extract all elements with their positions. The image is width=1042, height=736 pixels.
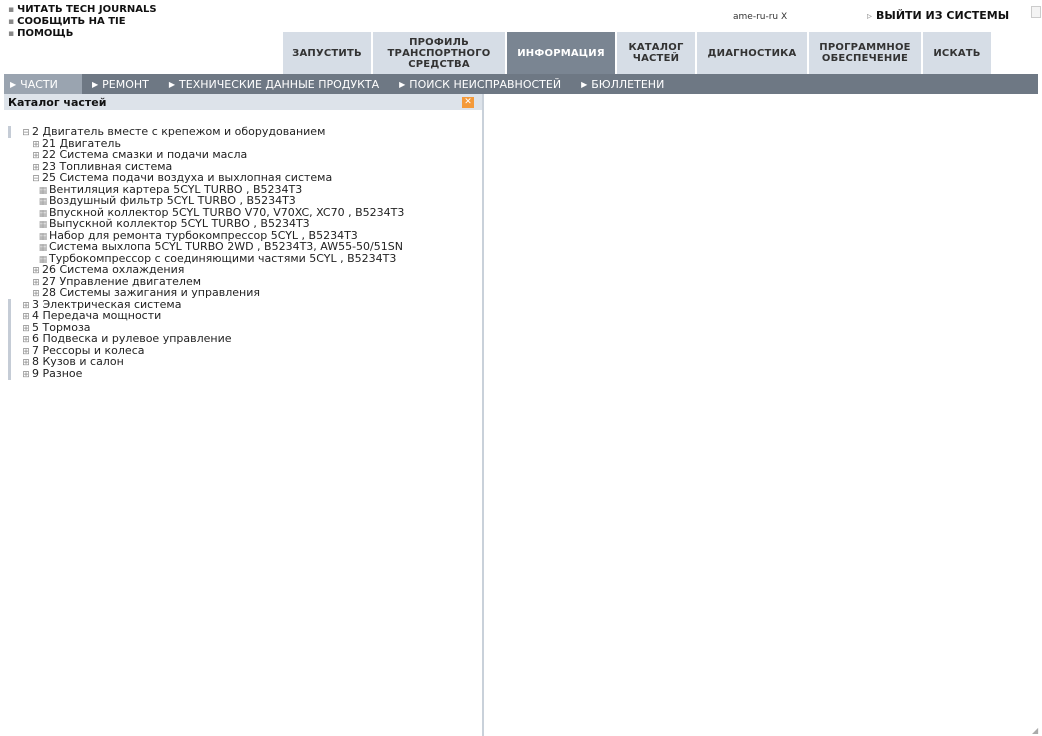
triangle-right-icon: ▶ bbox=[399, 79, 406, 89]
close-icon[interactable]: ✕ bbox=[462, 96, 474, 108]
subnav-troubleshooting[interactable]: ▶ ПОИСК НЕИСПРАВНОСТЕЙ bbox=[389, 74, 571, 94]
arrow-right-icon: ▹ bbox=[867, 11, 873, 22]
panel-header: Каталог частей ✕ bbox=[4, 94, 482, 110]
subnav-bulletins[interactable]: ▶ БЮЛЛЕТЕНИ bbox=[571, 74, 674, 94]
subnav-parts[interactable]: ▶ ЧАСТИ bbox=[4, 74, 82, 94]
panel-title: Каталог частей bbox=[8, 95, 107, 109]
window-icon bbox=[1031, 6, 1041, 18]
tree-node-9[interactable]: ⊞ 9 Разное bbox=[4, 366, 480, 382]
parts-tree: ⊟ 2 Двигатель вместе с крепежом и оборудо… bbox=[4, 126, 480, 382]
subnav-troubleshooting-label: ПОИСК НЕИСПРАВНОСТЕЙ bbox=[409, 77, 562, 91]
tab-software[interactable]: ПРОГРАММНОЕ ОБЕСПЕЧЕНИЕ bbox=[809, 32, 921, 74]
selection-marker bbox=[8, 126, 11, 138]
tab-search[interactable]: ИСКАТЬ bbox=[923, 32, 991, 74]
sub-navigation: ▶ ЧАСТИ ▶ РЕМОНТ ▶ ТЕХНИЧЕСКИЕ ДАННЫЕ ПРОДУ… bbox=[4, 74, 1038, 94]
expand-icon[interactable]: ⊞ bbox=[20, 370, 32, 382]
selection-marker bbox=[8, 367, 11, 380]
subnav-repair[interactable]: ▶ РЕМОНТ bbox=[82, 74, 159, 94]
tab-software-line2: ОБЕСПЕЧЕНИЕ bbox=[821, 53, 909, 64]
selection-marker bbox=[8, 333, 11, 345]
help-link[interactable]: ▪ ПОМОЩЬ bbox=[8, 28, 157, 40]
help-label: ПОМОЩЬ bbox=[17, 28, 74, 39]
subnav-tech-data-label: ТЕХНИЧЕСКИЕ ДАННЫЕ ПРОДУКТА bbox=[179, 77, 380, 91]
tab-vehicle-profile-line1: ПРОФИЛЬ bbox=[409, 36, 469, 48]
triangle-right-icon: ▶ bbox=[92, 79, 99, 89]
tab-start[interactable]: ЗАПУСТИТЬ bbox=[283, 32, 371, 74]
utility-links: ▪ ЧИТАТЬ TECH JOURNALS ▪ СООБЩИТЬ НА TIE ▪… bbox=[8, 4, 157, 40]
tab-vehicle-profile-line3: СРЕДСТВА bbox=[408, 58, 470, 70]
tab-vehicle-profile[interactable]: ПРОФИЛЬ ТРАНСПОРТНОГО СРЕДСТВА bbox=[373, 32, 505, 74]
tab-information-label: ИНФОРМАЦИЯ bbox=[517, 47, 605, 59]
subnav-parts-label: ЧАСТИ bbox=[20, 77, 58, 91]
logout-label: ВЫЙТИ ИЗ СИСТЕМЫ bbox=[876, 9, 1010, 22]
triangle-right-icon: ▶ bbox=[168, 79, 176, 89]
triangle-right-icon: ▶ bbox=[581, 79, 588, 89]
tab-parts-catalog-line2: ЧАСТЕЙ bbox=[632, 53, 680, 64]
tab-start-label: ЗАПУСТИТЬ bbox=[292, 47, 362, 59]
tab-software-line1: ПРОГРАММНОЕ bbox=[819, 42, 911, 53]
selection-marker bbox=[8, 356, 11, 368]
read-tech-journals-link[interactable]: ▪ ЧИТАТЬ TECH JOURNALS bbox=[8, 4, 157, 16]
logout-link[interactable]: ▹ ВЫЙТИ ИЗ СИСТЕМЫ bbox=[867, 9, 1009, 22]
main-tabs: ЗАПУСТИТЬ ПРОФИЛЬ ТРАНСПОРТНОГО СРЕДСТВА… bbox=[281, 30, 991, 74]
tab-diagnostics[interactable]: ДИАГНОСТИКА bbox=[697, 32, 807, 74]
selection-marker bbox=[8, 310, 11, 322]
bullet-icon: ▪ bbox=[8, 17, 15, 27]
selection-marker bbox=[8, 298, 11, 311]
subnav-bulletins-label: БЮЛЛЕТЕНИ bbox=[591, 77, 665, 91]
tree-node-label: 9 Разное bbox=[32, 366, 83, 380]
selection-marker bbox=[8, 344, 11, 357]
content-panel bbox=[486, 94, 1038, 736]
tab-search-label: ИСКАТЬ bbox=[933, 47, 981, 59]
bullet-icon: ▪ bbox=[8, 29, 15, 39]
triangle-right-icon: ▶ bbox=[10, 79, 17, 89]
user-label: ame-ru-ru X bbox=[733, 12, 788, 22]
selection-marker bbox=[8, 321, 11, 334]
resize-grip-icon[interactable]: ◢ bbox=[1032, 726, 1040, 735]
report-tie-label: СООБЩИТЬ НА TIE bbox=[17, 16, 126, 27]
tab-parts-catalog-line1: КАТАЛОГ bbox=[628, 42, 684, 53]
parts-catalog-panel: Каталог частей ✕ ⊟ 2 Двигатель вместе с к… bbox=[4, 94, 484, 736]
tab-parts-catalog[interactable]: КАТАЛОГ ЧАСТЕЙ bbox=[617, 32, 695, 74]
tab-information[interactable]: ИНФОРМАЦИЯ bbox=[507, 32, 615, 74]
bullet-icon: ▪ bbox=[8, 5, 15, 15]
tab-vehicle-profile-line2: ТРАНСПОРТНОГО bbox=[387, 47, 491, 59]
read-tech-journals-label: ЧИТАТЬ TECH JOURNALS bbox=[17, 4, 157, 15]
subnav-tech-data[interactable]: ▶ ТЕХНИЧЕСКИЕ ДАННЫЕ ПРОДУКТА bbox=[159, 74, 389, 94]
tab-diagnostics-label: ДИАГНОСТИКА bbox=[707, 47, 797, 59]
subnav-repair-label: РЕМОНТ bbox=[102, 77, 149, 91]
report-tie-link[interactable]: ▪ СООБЩИТЬ НА TIE bbox=[8, 16, 157, 28]
